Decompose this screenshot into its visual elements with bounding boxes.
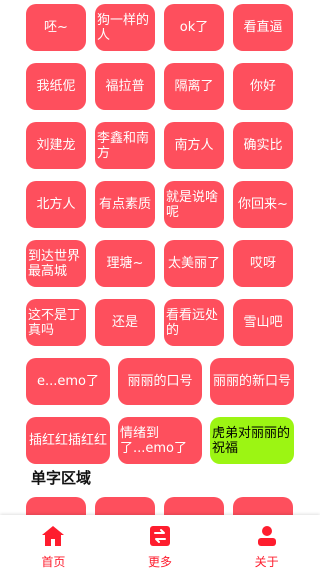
- sound-button[interactable]: 看直逼: [233, 4, 293, 51]
- scroll-content[interactable]: 呸~ 狗一样的人 ok了 看直逼我纸伲 福拉普 隔离了 你好刘建龙 李鑫和南方 南方人 确实比北方…: [0, 0, 320, 515]
- bottom-navigation: 首页 更多 关于: [0, 515, 320, 578]
- sound-button[interactable]: 李鑫和南方: [95, 122, 155, 169]
- sound-button[interactable]: 丽丽的新口号: [210, 358, 294, 405]
- sound-button[interactable]: 狗一样的人: [95, 4, 155, 51]
- sound-button[interactable]: 这不是丁真吗: [26, 299, 86, 346]
- single-char-button[interactable]: [164, 497, 224, 515]
- sound-button[interactable]: 情绪到了...emo了: [118, 417, 202, 464]
- single-char-button[interactable]: [95, 497, 155, 515]
- nav-about[interactable]: 关于: [213, 515, 320, 578]
- sound-button[interactable]: 南方人: [164, 122, 224, 169]
- sound-button[interactable]: 太美丽了: [164, 240, 224, 287]
- sound-button-grid-3col: e...emo了 丽丽的口号 丽丽的新口号插红红插红红 情绪到了...emo了 虎弟对丽…: [0, 346, 320, 464]
- nav-about-label: 关于: [254, 555, 279, 569]
- nav-home[interactable]: 首页: [0, 515, 107, 578]
- sound-button[interactable]: 北方人: [26, 181, 86, 228]
- sound-button-grid-4col: 呸~ 狗一样的人 ok了 看直逼我纸伲 福拉普 隔离了 你好刘建龙 李鑫和南方 南方人 确实比北方…: [0, 0, 320, 346]
- sound-button[interactable]: 确实比: [233, 122, 293, 169]
- sound-button[interactable]: 你回来~: [233, 181, 293, 228]
- home-icon: [42, 526, 65, 546]
- sound-button[interactable]: 虎弟对丽丽的祝福: [210, 417, 294, 464]
- sound-button[interactable]: 插红红插红红: [26, 417, 110, 464]
- sound-button[interactable]: 就是说啥呢: [164, 181, 224, 228]
- sound-button[interactable]: 到达世界最高城: [26, 240, 86, 287]
- sound-button[interactable]: 你好: [233, 63, 293, 110]
- section-title-single-char: 单字区域: [31, 469, 92, 487]
- single-char-button[interactable]: [26, 497, 86, 515]
- nav-home-label: 首页: [41, 555, 66, 569]
- nav-more[interactable]: 更多: [107, 515, 214, 578]
- sound-button[interactable]: e...emo了: [26, 358, 110, 405]
- sound-button[interactable]: 看看远处的: [164, 299, 224, 346]
- sound-button[interactable]: 刘建龙: [26, 122, 86, 169]
- single-char-button[interactable]: [233, 497, 293, 515]
- single-char-grid: [26, 497, 293, 515]
- nav-more-label: 更多: [148, 555, 173, 569]
- sound-button[interactable]: 理塘~: [95, 240, 155, 287]
- sound-button[interactable]: 雪山吧: [233, 299, 293, 346]
- sound-button[interactable]: 呸~: [26, 4, 86, 51]
- person-icon: [257, 526, 276, 546]
- sound-button[interactable]: 福拉普: [95, 63, 155, 110]
- sound-button[interactable]: 我纸伲: [26, 63, 86, 110]
- sound-button[interactable]: 还是: [95, 299, 155, 346]
- swap-icon: [150, 526, 170, 546]
- sound-button[interactable]: ok了: [164, 4, 224, 51]
- sound-button[interactable]: 隔离了: [164, 63, 224, 110]
- sound-button[interactable]: 哎呀: [233, 240, 293, 287]
- sound-button[interactable]: 有点素质: [95, 181, 155, 228]
- sound-button[interactable]: 丽丽的口号: [118, 358, 202, 405]
